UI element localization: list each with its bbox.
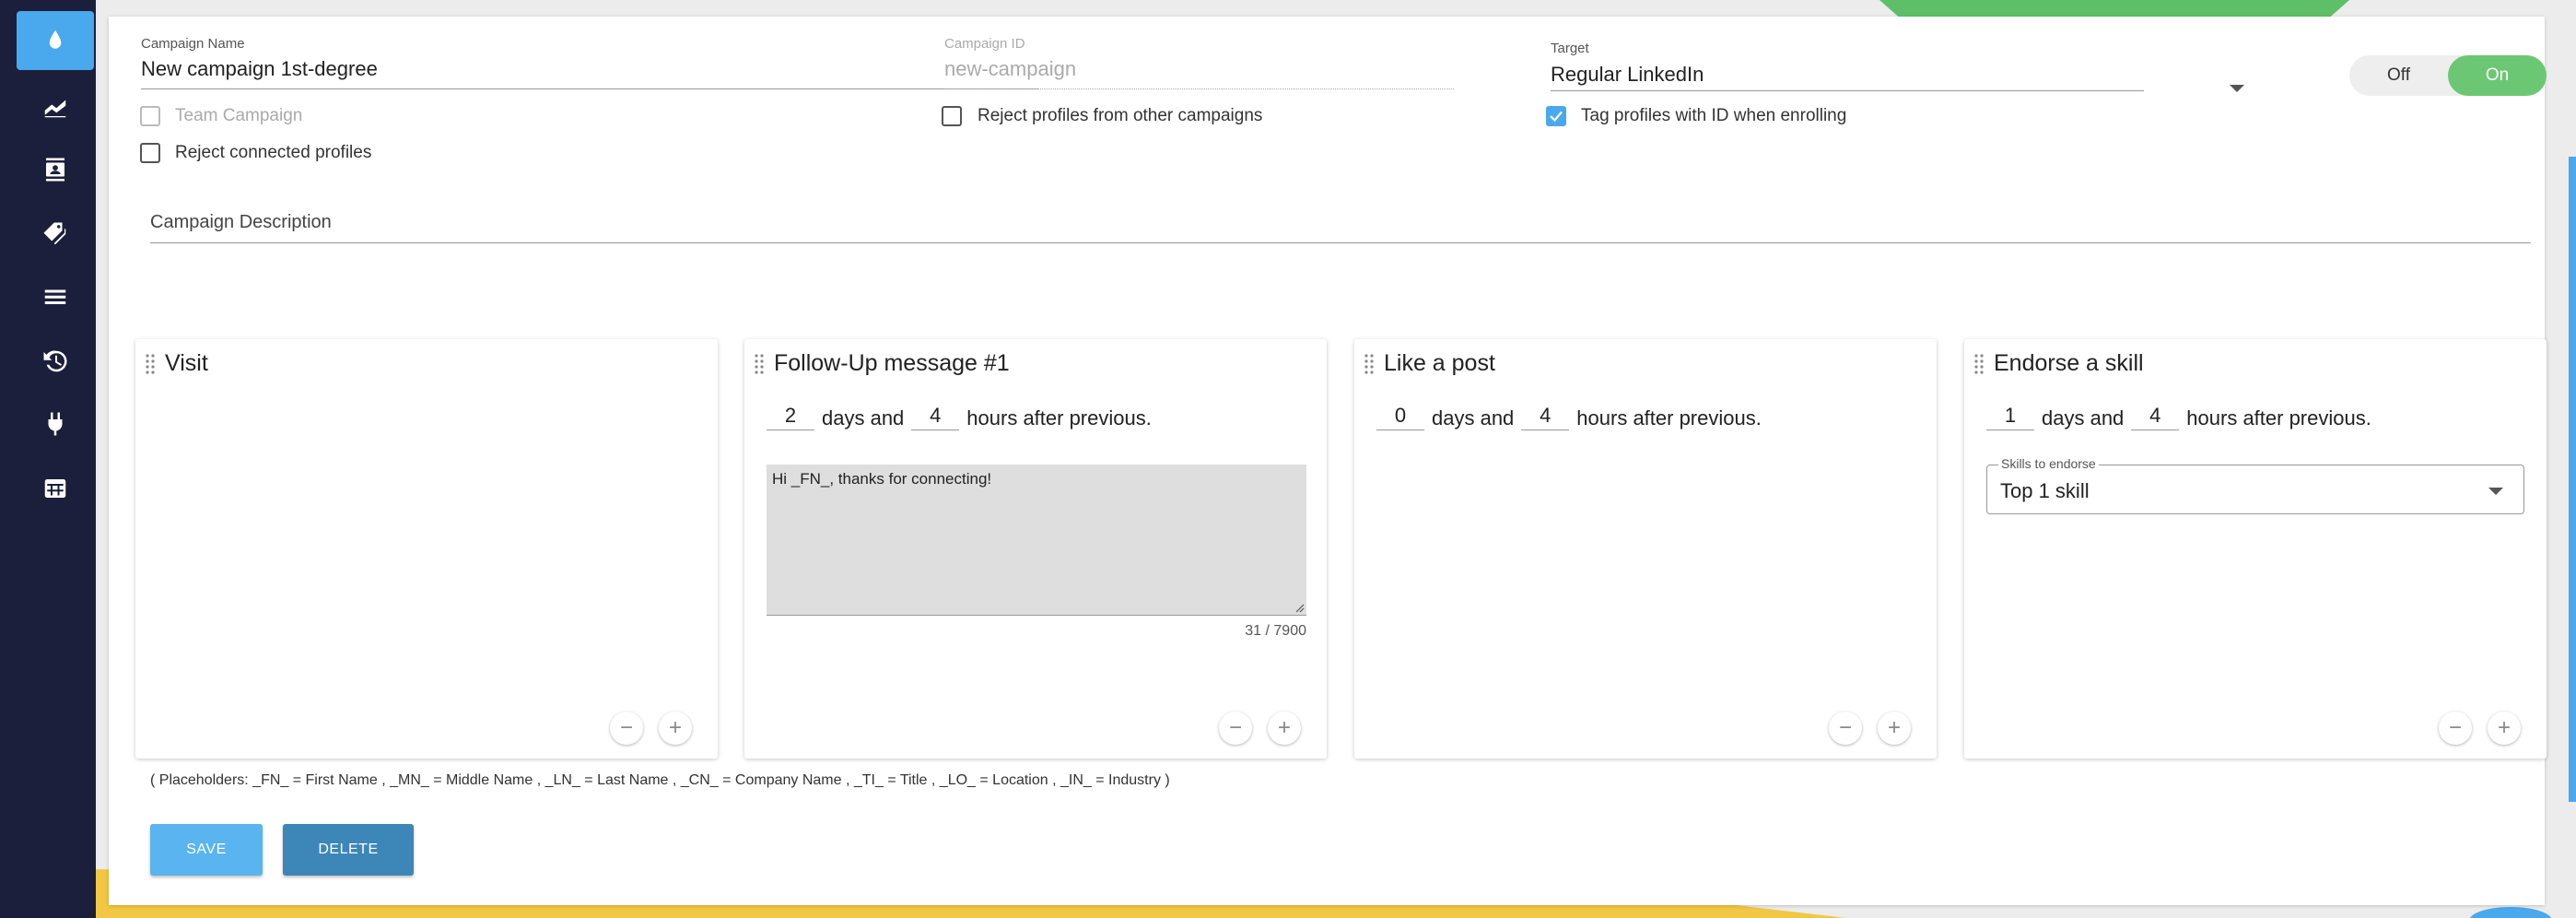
days-input[interactable]: 0: [1376, 404, 1424, 430]
step-card-follow-up: Follow-Up message #1 2 days and 4 hours …: [744, 339, 1327, 759]
tags-icon: [43, 222, 66, 245]
reject-other-campaigns-checkbox[interactable]: [942, 106, 962, 126]
step-card-endorse-skill: Endorse a skill 1 days and 4 hours after…: [1964, 339, 2547, 759]
chevron-down-icon: [2488, 488, 2503, 495]
step-title: Follow-Up message #1: [774, 350, 1010, 376]
campaign-name-input[interactable]: New campaign 1st-degree: [141, 57, 378, 81]
character-counter: 31 / 7900: [1245, 623, 1306, 639]
list-icon: [44, 289, 66, 304]
chart-icon: [44, 100, 66, 118]
decorative-green-band: [1879, 0, 2349, 17]
sidebar-item-integrations[interactable]: [17, 394, 94, 453]
toggle-off-option[interactable]: Off: [2349, 55, 2448, 96]
sidebar-item-history[interactable]: [17, 332, 94, 391]
days-label: days and: [2042, 406, 2125, 430]
add-step-button[interactable]: +: [2488, 712, 2521, 745]
sidebar-item-store[interactable]: [17, 459, 94, 518]
drag-handle-icon[interactable]: [754, 352, 765, 376]
skills-to-endorse-value: Top 1 skill: [2000, 479, 2090, 502]
campaign-description-input[interactable]: Campaign Description: [150, 212, 332, 233]
resize-handle-icon[interactable]: [1294, 602, 1305, 613]
add-step-button[interactable]: +: [1878, 712, 1911, 745]
step-title: Visit: [165, 350, 208, 376]
decorative-blue-edge: [2569, 157, 2576, 802]
decorative-blue-blob: [2469, 907, 2552, 918]
contacts-icon: [46, 158, 64, 182]
remove-step-button[interactable]: −: [2439, 712, 2472, 745]
remove-step-button[interactable]: −: [1829, 712, 1862, 745]
step-card-like-post: Like a post 0 days and 4 hours after pre…: [1354, 339, 1937, 759]
days-label: days and: [822, 406, 905, 430]
days-input[interactable]: 2: [767, 404, 814, 430]
step-timing: 1 days and 4 hours after previous.: [1986, 404, 2379, 430]
hours-input[interactable]: 4: [911, 404, 960, 430]
target-select[interactable]: Regular LinkedIn: [1551, 63, 1704, 87]
step-timing: 2 days and 4 hours after previous.: [767, 404, 1159, 430]
store-icon: [44, 479, 66, 498]
days-input[interactable]: 1: [1986, 404, 2034, 430]
placeholders-note: ( Placeholders: _FN_ = First Name , _MN_…: [150, 772, 1170, 788]
team-campaign-checkbox[interactable]: [140, 106, 160, 126]
sidebar-item-tags[interactable]: [17, 205, 94, 264]
hours-input[interactable]: 4: [2131, 404, 2180, 430]
hours-label: hours after previous.: [966, 406, 1152, 430]
reject-connected-label: Reject connected profiles: [175, 143, 372, 162]
plug-icon: [48, 412, 63, 436]
campaign-name-label: Campaign Name: [141, 36, 245, 52]
chevron-down-icon[interactable]: [2230, 85, 2244, 92]
drag-handle-icon[interactable]: [145, 352, 156, 376]
history-icon: [43, 350, 67, 372]
drop-icon: [49, 29, 62, 49]
days-label: days and: [1432, 406, 1515, 430]
check-icon: [1550, 111, 1563, 123]
message-text: Hi _FN_, thanks for connecting!: [772, 470, 992, 488]
add-step-button[interactable]: +: [659, 712, 692, 745]
step-timing: 0 days and 4 hours after previous.: [1376, 404, 1769, 430]
tag-profiles-checkbox[interactable]: [1546, 106, 1566, 126]
delete-button[interactable]: DELETE: [283, 824, 414, 876]
skills-to-endorse-label: Skills to endorse: [1998, 456, 2099, 471]
campaign-active-toggle[interactable]: Off On: [2349, 55, 2547, 96]
sidebar-item-campaigns[interactable]: [17, 11, 94, 70]
remove-step-button[interactable]: −: [1219, 712, 1252, 745]
step-card-visit: Visit − +: [135, 339, 718, 759]
tag-profiles-label: Tag profiles with ID when enrolling: [1581, 106, 1847, 125]
skills-to-endorse-select[interactable]: Skills to endorse Top 1 skill: [1986, 456, 2524, 514]
reject-connected-checkbox[interactable]: [140, 143, 160, 163]
sidebar-item-stats[interactable]: [17, 77, 94, 136]
hours-input[interactable]: 4: [1521, 404, 1570, 430]
reject-other-campaigns-label: Reject profiles from other campaigns: [978, 106, 1263, 125]
toggle-on-option[interactable]: On: [2448, 55, 2547, 96]
step-title: Endorse a skill: [1994, 350, 2144, 376]
drag-handle-icon[interactable]: [1973, 352, 1985, 376]
save-button[interactable]: SAVE: [150, 824, 263, 876]
campaign-id-label: Campaign ID: [944, 36, 1025, 52]
campaign-editor: Campaign Name New campaign 1st-degree Ca…: [109, 17, 2547, 905]
add-step-button[interactable]: +: [1268, 712, 1301, 745]
hours-label: hours after previous.: [1576, 406, 1762, 430]
drag-handle-icon[interactable]: [1364, 352, 1375, 376]
message-textarea[interactable]: Hi _FN_, thanks for connecting!: [767, 465, 1306, 616]
sidebar: [0, 0, 96, 918]
sidebar-item-lists[interactable]: [17, 267, 94, 326]
sidebar-item-contacts[interactable]: [17, 140, 94, 199]
team-campaign-label: Team Campaign: [175, 106, 303, 125]
hours-label: hours after previous.: [2186, 406, 2371, 430]
target-label: Target: [1551, 41, 1589, 56]
campaign-id-input[interactable]: new-campaign: [944, 57, 1076, 81]
step-title: Like a post: [1384, 350, 1495, 376]
remove-step-button[interactable]: −: [610, 712, 643, 745]
